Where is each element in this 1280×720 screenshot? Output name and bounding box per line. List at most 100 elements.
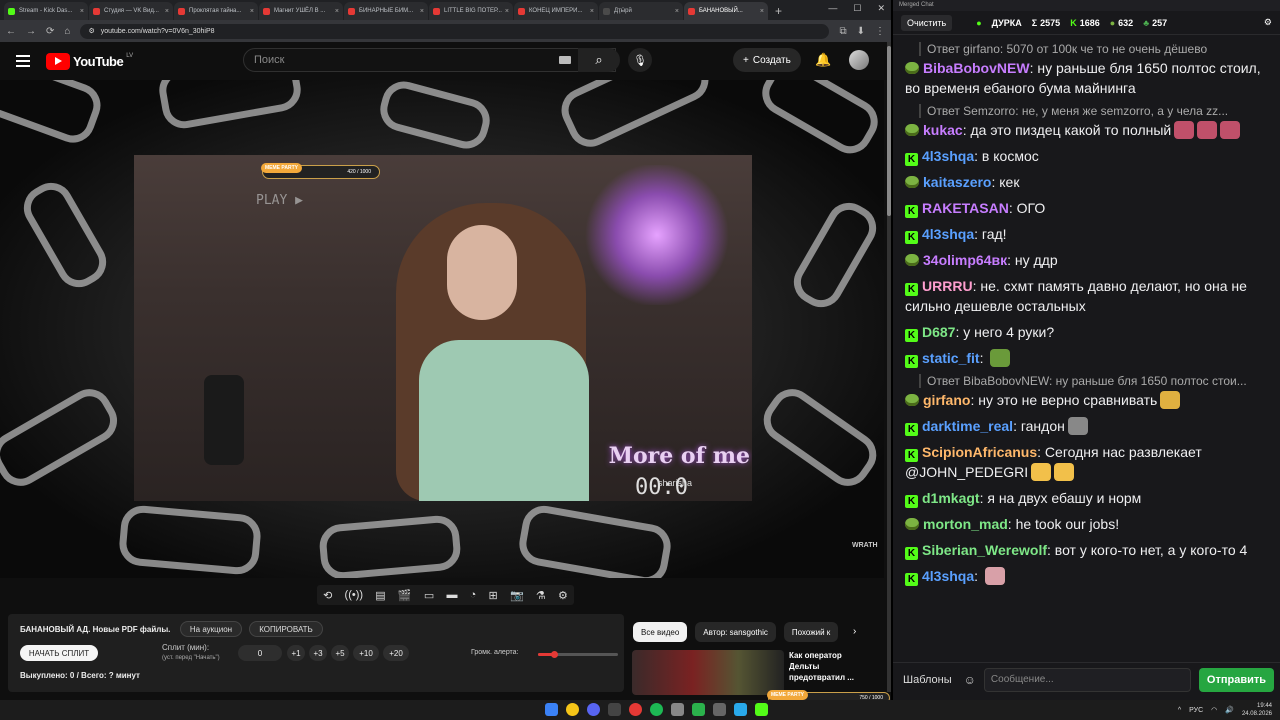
hamburger-menu-icon[interactable] <box>16 55 30 67</box>
obs-icon[interactable] <box>629 703 642 716</box>
chevron-right-icon[interactable]: › <box>853 626 856 637</box>
chat-username[interactable]: darktime_real <box>922 418 1013 434</box>
increment-button[interactable]: +10 <box>353 645 379 661</box>
browser-tab[interactable]: LITTLE BIG ПОТЕР... × <box>429 2 513 20</box>
voice-search-button[interactable]: 🎙 <box>628 48 652 72</box>
tab-close-icon[interactable]: × <box>505 8 509 15</box>
filter-chip[interactable]: Все видео <box>633 622 688 642</box>
volume-icon[interactable]: 🔊 <box>1225 706 1234 714</box>
browser-tab[interactable]: КОНЕЦ ИМПЕРИ... × <box>514 2 598 20</box>
chat-username[interactable]: D687 <box>922 324 955 340</box>
picture-in-picture-icon[interactable]: ▭ <box>424 589 434 602</box>
youtube-logo[interactable]: YouTube LV <box>46 52 133 70</box>
app-icon[interactable] <box>692 703 705 716</box>
forward-icon[interactable]: → <box>26 26 36 37</box>
new-tab-icon[interactable]: + <box>775 2 782 20</box>
theater-icon[interactable]: ▬ <box>446 589 457 601</box>
chat-username[interactable]: 34olimp64вк <box>923 252 1007 268</box>
app-icon[interactable] <box>713 703 726 716</box>
keyboard-icon[interactable] <box>559 56 571 64</box>
telegram-icon[interactable] <box>734 703 747 716</box>
emoji-icon[interactable]: ☺ <box>964 673 976 687</box>
tray-chevron-icon[interactable]: ^ <box>1178 707 1181 714</box>
kick-icon[interactable] <box>755 703 768 716</box>
increment-button[interactable]: +5 <box>331 645 349 661</box>
reload-icon[interactable]: ⟳ <box>46 26 54 37</box>
playlist-icon[interactable]: ▤ <box>375 589 385 602</box>
send-button[interactable]: Отправить <box>1198 667 1274 692</box>
chat-username[interactable]: Siberian_Werewolf <box>922 542 1047 558</box>
slider-knob[interactable] <box>551 651 558 658</box>
url-field[interactable]: ⚙ youtube.com/watch?v=0V6n_30hiP8 <box>80 23 830 39</box>
filter-chip[interactable]: Похожий к <box>783 622 839 642</box>
alert-volume-slider[interactable] <box>538 651 618 658</box>
create-button[interactable]: + Создать <box>733 48 801 72</box>
chat-username[interactable]: kukac <box>923 122 963 138</box>
settings-gear-icon[interactable]: ⚙ <box>1264 17 1272 28</box>
notifications-bell-icon[interactable]: 🔔 <box>815 52 831 68</box>
windows-start-icon[interactable] <box>545 703 558 716</box>
browser-tab[interactable]: Магнит УШЁЛ В ... × <box>259 2 343 20</box>
clock[interactable]: 19:44 24.08.2026 <box>1242 702 1272 718</box>
chat-username[interactable]: girfano <box>923 392 970 408</box>
tab-close-icon[interactable]: × <box>420 8 424 15</box>
page-scrollbar[interactable] <box>887 42 891 692</box>
increment-button[interactable]: +3 <box>309 645 327 661</box>
chat-username[interactable]: static_fit <box>922 350 980 366</box>
minimize-icon[interactable]: — <box>828 3 837 14</box>
chat-username[interactable]: ScipionAfricanus <box>922 444 1037 460</box>
steam-icon[interactable] <box>608 703 621 716</box>
browser-tab[interactable]: БАНАНОВЫЙ... × <box>684 2 768 20</box>
broadcast-icon[interactable]: ((•)) <box>345 589 364 601</box>
chat-username[interactable]: 4l3shqa <box>922 568 974 584</box>
chat-username[interactable]: d1mkagt <box>922 490 980 506</box>
increment-button[interactable]: +1 <box>287 645 305 661</box>
chat-username[interactable]: URRRU <box>922 278 973 294</box>
browser-tab[interactable]: Дҭӹрй × <box>599 2 683 20</box>
tab-close-icon[interactable]: × <box>80 8 84 15</box>
avatar[interactable] <box>849 50 869 70</box>
split-minutes-input[interactable]: 0 <box>238 645 282 661</box>
spotify-icon[interactable] <box>650 703 663 716</box>
search-button[interactable]: ⌕ <box>578 48 620 72</box>
tab-close-icon[interactable]: × <box>165 8 169 15</box>
copy-button[interactable]: КОПИРОВАТЬ <box>249 621 323 637</box>
home-icon[interactable]: ⌂ <box>64 26 70 37</box>
related-video-thumbnail[interactable] <box>632 650 784 695</box>
discord-icon[interactable] <box>587 703 600 716</box>
tab-close-icon[interactable]: × <box>675 8 679 15</box>
site-info-icon[interactable]: ⚙ <box>88 27 94 35</box>
tab-close-icon[interactable]: × <box>250 8 254 15</box>
back-icon[interactable]: ← <box>6 26 16 37</box>
maximize-icon[interactable]: ☐ <box>853 3 861 14</box>
browser-tab[interactable]: Студия — VK Вид... × <box>89 2 173 20</box>
flask-icon[interactable]: ⚗ <box>536 589 546 602</box>
filter-chip[interactable]: Автор: sansgothic <box>695 622 776 642</box>
menu-icon[interactable]: ⋮ <box>875 26 885 37</box>
speed-icon[interactable]: ◔ <box>470 589 477 601</box>
increment-button[interactable]: +20 <box>383 645 409 661</box>
start-split-button[interactable]: НАЧАТЬ СПЛИТ <box>20 645 98 661</box>
clear-button[interactable]: Очистить <box>901 14 953 31</box>
chrome-icon[interactable] <box>566 703 579 716</box>
chat-username[interactable]: RAKETASAN <box>922 200 1009 216</box>
chat-username[interactable]: morton_mad <box>923 516 1008 532</box>
video-player[interactable]: PLAY ▶ More of me 00:0 sharisha MEME PAR… <box>0 80 884 578</box>
auction-button[interactable]: На аукцион <box>180 621 242 637</box>
screenshot-icon[interactable]: 📷 <box>510 589 524 602</box>
templates-button[interactable]: Шаблоны <box>899 674 956 686</box>
browser-tab[interactable]: Stream - Kick Das... × <box>4 2 88 20</box>
close-icon[interactable]: ✕ <box>877 3 885 14</box>
add-box-icon[interactable]: ⊞ <box>489 589 498 602</box>
wifi-icon[interactable]: ◠ <box>1211 706 1217 714</box>
search-input[interactable]: Поиск <box>243 48 616 72</box>
chat-username[interactable]: 4l3shqa <box>922 148 974 164</box>
chat-username[interactable]: kaitaszero <box>923 174 991 190</box>
clapper-icon[interactable]: 🎬 <box>398 589 412 602</box>
tab-close-icon[interactable]: × <box>335 8 339 15</box>
browser-tab[interactable]: БИНАРНЫЕ БИМ... × <box>344 2 428 20</box>
loop-icon[interactable]: ⟲ <box>323 589 332 602</box>
related-video-title[interactable]: Как оператор Дельты предотвратил ... <box>789 650 859 683</box>
tab-close-icon[interactable]: × <box>590 8 594 15</box>
scrollbar-thumb[interactable] <box>887 46 891 216</box>
